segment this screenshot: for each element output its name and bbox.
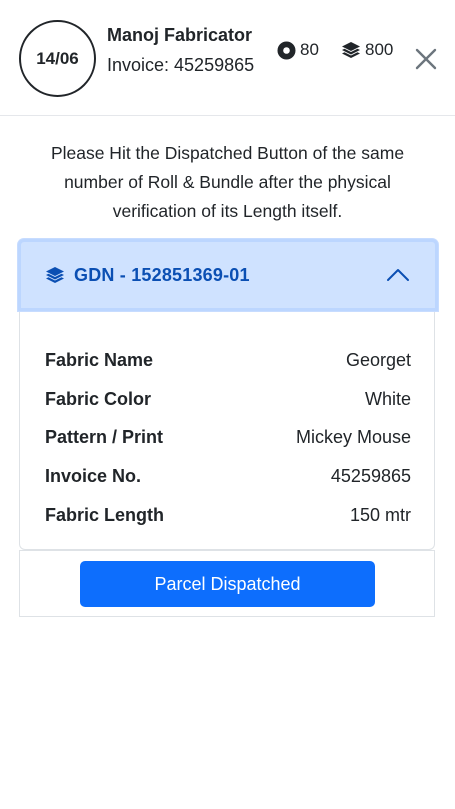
fabricator-name: Manoj Fabricator	[107, 25, 253, 45]
dispatch-modal: 14/06 Manoj Fabricator Invoice: 45259865…	[0, 0, 455, 809]
chevron-up-icon	[386, 267, 410, 288]
date-badge: 14/06	[19, 20, 96, 97]
parcel-dispatched-button[interactable]: Parcel Dispatched	[80, 561, 375, 607]
detail-value: 150 mtr	[349, 505, 411, 526]
detail-row-invoice: Invoice No. 45259865	[45, 457, 411, 496]
detail-label: Pattern / Print	[45, 427, 164, 448]
invoice-number: Invoice: 45259865	[107, 55, 255, 75]
action-footer: Parcel Dispatched	[19, 550, 435, 617]
fabric-details: Fabric Name Georget Fabric Color White P…	[45, 341, 411, 535]
detail-row-fabric-name: Fabric Name Georget	[45, 341, 411, 380]
detail-row-fabric-length: Fabric Length 150 mtr	[45, 496, 411, 535]
roll-count-value: 80	[300, 40, 319, 59]
accordion-header[interactable]: GDN - 152851369-01	[18, 239, 438, 311]
detail-label: Fabric Name	[45, 349, 154, 370]
detail-value: 45259865	[330, 466, 411, 487]
detail-row-pattern: Pattern / Print Mickey Mouse	[45, 419, 411, 458]
detail-label: Fabric Color	[45, 388, 152, 409]
gdn-accordion: GDN - 152851369-01 Fabric Name Georget F…	[18, 239, 438, 550]
bundle-count: 800	[341, 40, 393, 60]
close-icon	[415, 48, 437, 70]
detail-value: Mickey Mouse	[295, 427, 411, 448]
roll-count: 80	[277, 40, 319, 60]
detail-row-fabric-color: Fabric Color White	[45, 380, 411, 419]
bundle-count-value: 800	[365, 40, 394, 59]
detail-label: Invoice No.	[45, 466, 142, 487]
instruction-text: Please Hit the Dispatched Button of the …	[50, 143, 405, 221]
detail-value: White	[364, 388, 411, 409]
detail-label: Fabric Length	[45, 505, 165, 526]
layers-icon	[341, 41, 365, 60]
detail-value: Georget	[345, 349, 411, 370]
accordion-title: GDN - 152851369-01	[74, 265, 250, 285]
modal-header: 14/06 Manoj Fabricator Invoice: 45259865…	[0, 0, 455, 116]
close-button[interactable]	[414, 47, 438, 71]
roll-icon	[277, 41, 300, 60]
layers-icon	[45, 266, 65, 290]
